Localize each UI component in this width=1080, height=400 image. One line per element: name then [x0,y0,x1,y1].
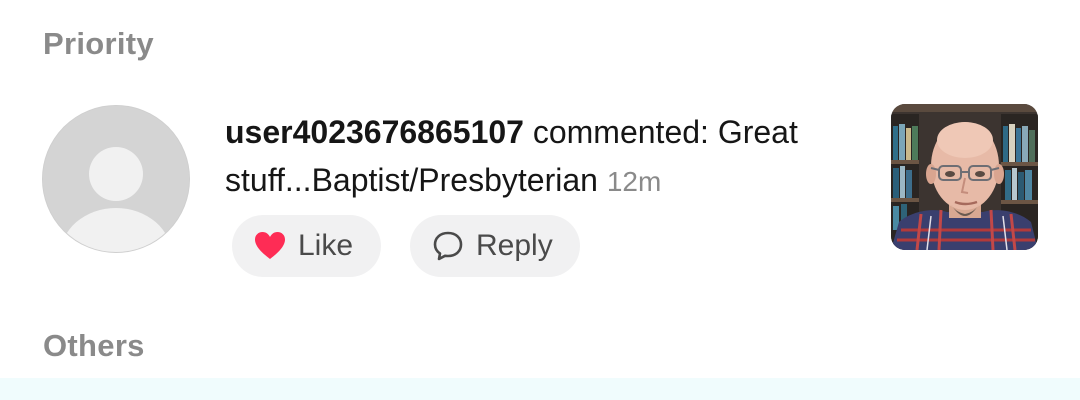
like-label: Like [298,229,354,262]
reply-label: Reply [476,229,553,262]
section-header-priority: Priority [43,26,154,61]
speech-bubble-icon [433,231,463,261]
reply-button[interactable]: Reply [410,215,580,277]
heart-icon [255,232,285,259]
timestamp: 12m [606,166,662,197]
notification-text[interactable]: user4023676865107 commented: Great stuff… [225,108,865,206]
default-avatar-icon [43,106,189,252]
video-thumbnail-image [891,104,1038,250]
next-notification-row[interactable] [0,378,1080,400]
user-avatar[interactable] [42,105,190,253]
username[interactable]: user4023676865107 [225,114,524,150]
notifications-page: Priority user4023676865107 commented: Gr… [0,0,1080,400]
video-thumbnail[interactable] [891,104,1038,250]
section-header-others: Others [43,328,145,363]
like-button[interactable]: Like [232,215,381,277]
